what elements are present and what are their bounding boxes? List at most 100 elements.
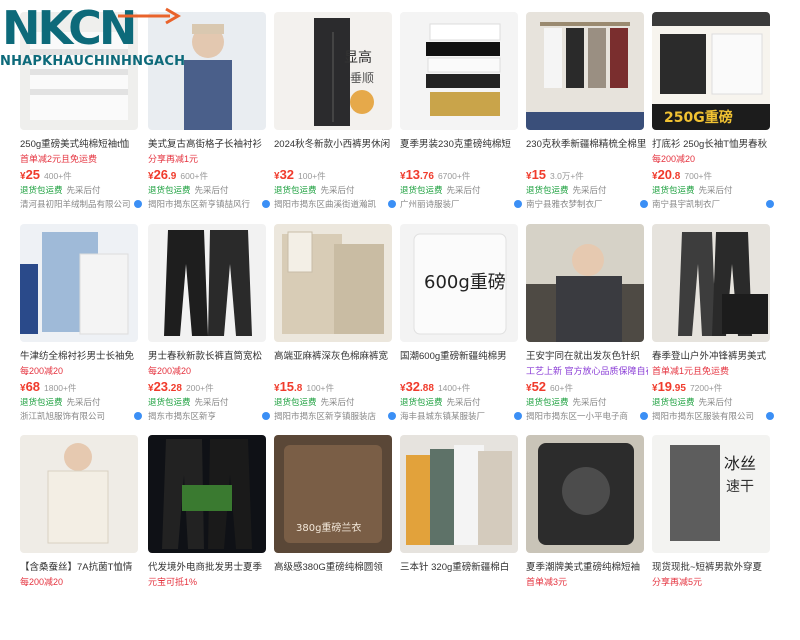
price: ¥26.9 bbox=[148, 167, 177, 182]
service-tags: 退货包运费 先采后付 bbox=[652, 396, 774, 408]
price: ¥13.76 bbox=[400, 167, 434, 182]
product-card[interactable]: 250G重磅 打底衫 250g长袖T恤男春秋 每200减20 ¥20.8 700+件 退货… bbox=[652, 12, 774, 217]
shop-name[interactable]: 南宁县雅衣梦制衣厂 bbox=[526, 198, 642, 210]
shop-name[interactable]: 揭阳市揭东区服装有限公司 bbox=[652, 410, 768, 422]
service-tags: 退货包运费 先采后付 bbox=[274, 396, 396, 408]
product-image[interactable]: 380g重磅兰衣 bbox=[274, 435, 392, 553]
product-title[interactable]: 250g重磅美式纯棉短袖t恤 bbox=[20, 136, 142, 150]
return-shipping-tag: 退货包运费 bbox=[400, 397, 443, 407]
product-card[interactable]: 三本针 320g重磅新疆棉白 bbox=[400, 435, 522, 640]
product-image[interactable] bbox=[652, 224, 770, 342]
shop-name[interactable]: 清河县初阳羊绒制品有限公司 bbox=[20, 198, 136, 210]
product-card[interactable]: 600g重磅国潮600g重磅新疆纯棉男 ¥32.88 1400+件 退货包运费 先采后付… bbox=[400, 224, 522, 429]
sold-count: 400+件 bbox=[44, 171, 72, 181]
price-row: ¥32.88 1400+件 bbox=[400, 378, 522, 396]
price: ¥52 bbox=[526, 379, 547, 394]
service-tags: 退货包运费 先采后付 bbox=[148, 396, 270, 408]
product-image[interactable]: 冰丝 速干 bbox=[652, 435, 770, 553]
product-title[interactable]: 现货现批~短裤男款外穿夏 bbox=[652, 559, 774, 573]
svg-text:显高: 显高 bbox=[344, 49, 372, 66]
product-title[interactable]: 春季登山户外冲锋裤男美式 bbox=[652, 348, 774, 362]
product-title[interactable]: 打底衫 250g长袖T恤男春秋 bbox=[652, 136, 774, 150]
logo-text: NKCN bbox=[2, 1, 137, 55]
product-card[interactable]: 显高 垂顺 2024秋冬新款小西裤男休闲 ¥32 100+件 退货包运费 先采后付 揭阳市揭东… bbox=[274, 12, 396, 217]
shop-badge-icon bbox=[388, 200, 396, 208]
service-tags: 退货包运费 先采后付 bbox=[274, 184, 396, 196]
product-image[interactable] bbox=[148, 224, 266, 342]
product-image[interactable] bbox=[148, 435, 266, 553]
service-tags: 退货包运费 先采后付 bbox=[20, 184, 142, 196]
promo-text: 每200减20 bbox=[148, 366, 192, 376]
product-card[interactable]: 230克秋季新疆棉精梳全棉里 ¥15 3.0万+件 退货包运费 先采后付 南宁县雅衣梦制衣… bbox=[526, 12, 648, 217]
price-row: ¥25 400+件 bbox=[20, 166, 142, 184]
shop-badge-icon bbox=[514, 412, 522, 420]
product-title[interactable]: 高端亚麻裤深灰色棉麻裤宽 bbox=[274, 348, 396, 362]
pay-later-tag: 先采后付 bbox=[698, 397, 733, 407]
product-title[interactable]: 牛津纺全棉衬衫男士长袖免 bbox=[20, 348, 142, 362]
shop-name[interactable]: 南宁县宇凯制衣厂 bbox=[652, 198, 768, 210]
product-title[interactable]: 男士春秋新款长裤直筒宽松 bbox=[148, 348, 270, 362]
pay-later-tag: 先采后付 bbox=[446, 397, 481, 407]
product-title[interactable]: 高级感380G重磅纯棉圆领 bbox=[274, 559, 396, 573]
product-image[interactable] bbox=[526, 12, 644, 130]
svg-text:速干: 速干 bbox=[726, 479, 754, 495]
sold-count: 3.0万+件 bbox=[550, 171, 584, 181]
pay-later-tag: 先采后付 bbox=[194, 185, 229, 195]
product-image[interactable]: 250G重磅 bbox=[652, 12, 770, 130]
shop-name[interactable]: 揭阳市揭东区曲溪街道瀚凯 bbox=[274, 198, 390, 210]
product-title[interactable]: 夏季潮牌美式重磅纯棉短袖 bbox=[526, 559, 648, 573]
price-row: ¥32 100+件 bbox=[274, 166, 396, 184]
promo-text: 首单减1元且免运费 bbox=[652, 366, 730, 376]
product-title[interactable]: 夏季男装230克重磅纯棉短 bbox=[400, 136, 522, 150]
pay-later-tag: 先采后付 bbox=[698, 185, 733, 195]
product-image[interactable] bbox=[400, 435, 518, 553]
product-card[interactable]: 夏季男装230克重磅纯棉短 ¥13.76 6700+件 退货包运费 先采后付 广州丽诗服装… bbox=[400, 12, 522, 217]
product-image[interactable] bbox=[20, 435, 138, 553]
price: ¥15.8 bbox=[274, 379, 303, 394]
product-title[interactable]: 王安宇同在就出发灰色针织 bbox=[526, 348, 648, 362]
shop-name[interactable]: 揭阳市揭东区新亨镇喆风行 bbox=[148, 198, 264, 210]
price: ¥19.95 bbox=[652, 379, 686, 394]
sold-count: 60+件 bbox=[550, 383, 573, 393]
product-title[interactable]: 2024秋冬新款小西裤男休闲 bbox=[274, 136, 396, 150]
product-card[interactable]: 王安宇同在就出发灰色针织工艺上新 官方放心品质保障自在 ¥52 60+件退货包运费先… bbox=[526, 224, 648, 429]
promo-text: 工艺上新 官方放心品质保障自在 bbox=[526, 366, 648, 376]
product-card[interactable]: 夏季潮牌美式重磅纯棉短袖 首单减3元 bbox=[526, 435, 648, 640]
product-card[interactable]: 牛津纺全棉衬衫男士长袖免 每200减20 ¥68 1800+件 退货包运费 先采后付 浙江凯… bbox=[20, 224, 142, 429]
product-image[interactable]: 600g重磅 bbox=[400, 224, 518, 342]
shop-name[interactable]: 揭阳市揭东区新亨镇服装店 bbox=[274, 410, 390, 422]
product-card[interactable]: 春季登山户外冲锋裤男美式 首单减1元且免运费 ¥19.95 7200+件 退货包运费 先采… bbox=[652, 224, 774, 429]
pay-later-tag: 先采后付 bbox=[446, 185, 481, 195]
product-title[interactable]: 230克秋季新疆棉精梳全棉里 bbox=[526, 136, 648, 150]
shop-name[interactable]: 揭东市揭东区新亨 bbox=[148, 410, 264, 422]
product-image[interactable] bbox=[20, 224, 138, 342]
price: ¥32.88 bbox=[400, 379, 434, 394]
product-card[interactable]: 冰丝 速干 现货现批~短裤男款外穿夏 分享再减5元 bbox=[652, 435, 774, 640]
shop-name[interactable]: 广州丽诗服装厂 bbox=[400, 198, 516, 210]
return-shipping-tag: 退货包运费 bbox=[20, 397, 63, 407]
shop-badge-icon bbox=[262, 200, 270, 208]
product-card[interactable]: 【含桑蚕丝】7A抗菌T恤情 每200减20 bbox=[20, 435, 142, 640]
product-title[interactable]: 美式复古高街格子长袖衬衫 bbox=[148, 136, 270, 150]
product-title[interactable]: 【含桑蚕丝】7A抗菌T恤情 bbox=[20, 559, 142, 573]
service-tags: 退货包运费 先采后付 bbox=[526, 396, 648, 408]
price-row: ¥15.8 100+件 bbox=[274, 378, 396, 396]
product-title[interactable]: 代发境外电商批发男士夏季 bbox=[148, 559, 270, 573]
product-image[interactable] bbox=[526, 435, 644, 553]
product-image[interactable]: 显高 垂顺 bbox=[274, 12, 392, 130]
product-title[interactable]: 国潮600g重磅新疆纯棉男 bbox=[400, 348, 522, 362]
product-image[interactable] bbox=[526, 224, 644, 342]
shop-name[interactable]: 揭阳市揭东区一小平电子商 bbox=[526, 410, 642, 422]
product-card[interactable]: 男士春秋新款长裤直筒宽松 每200减20 ¥23.28 200+件 退货包运费 先采后付揭… bbox=[148, 224, 270, 429]
product-card[interactable]: 代发境外电商批发男士夏季 元宝可抵1% bbox=[148, 435, 270, 640]
shop-name[interactable]: 海丰县城东镇某服装厂 bbox=[400, 410, 516, 422]
product-image[interactable] bbox=[400, 12, 518, 130]
shop-name[interactable]: 浙江凯旭服饰有限公司 bbox=[20, 410, 136, 422]
product-image[interactable] bbox=[274, 224, 392, 342]
product-card[interactable]: 高端亚麻裤深灰色棉麻裤宽 ¥15.8 100+件 退货包运费 先采后付 揭阳市揭东区新亨镇… bbox=[274, 224, 396, 429]
shop-badge-icon bbox=[388, 412, 396, 420]
svg-text:冰丝: 冰丝 bbox=[724, 454, 756, 473]
product-title[interactable]: 三本针 320g重磅新疆棉白 bbox=[400, 559, 522, 573]
sold-count: 100+件 bbox=[306, 383, 335, 393]
product-card[interactable]: 380g重磅兰衣高级感380G重磅纯棉圆领 bbox=[274, 435, 396, 640]
